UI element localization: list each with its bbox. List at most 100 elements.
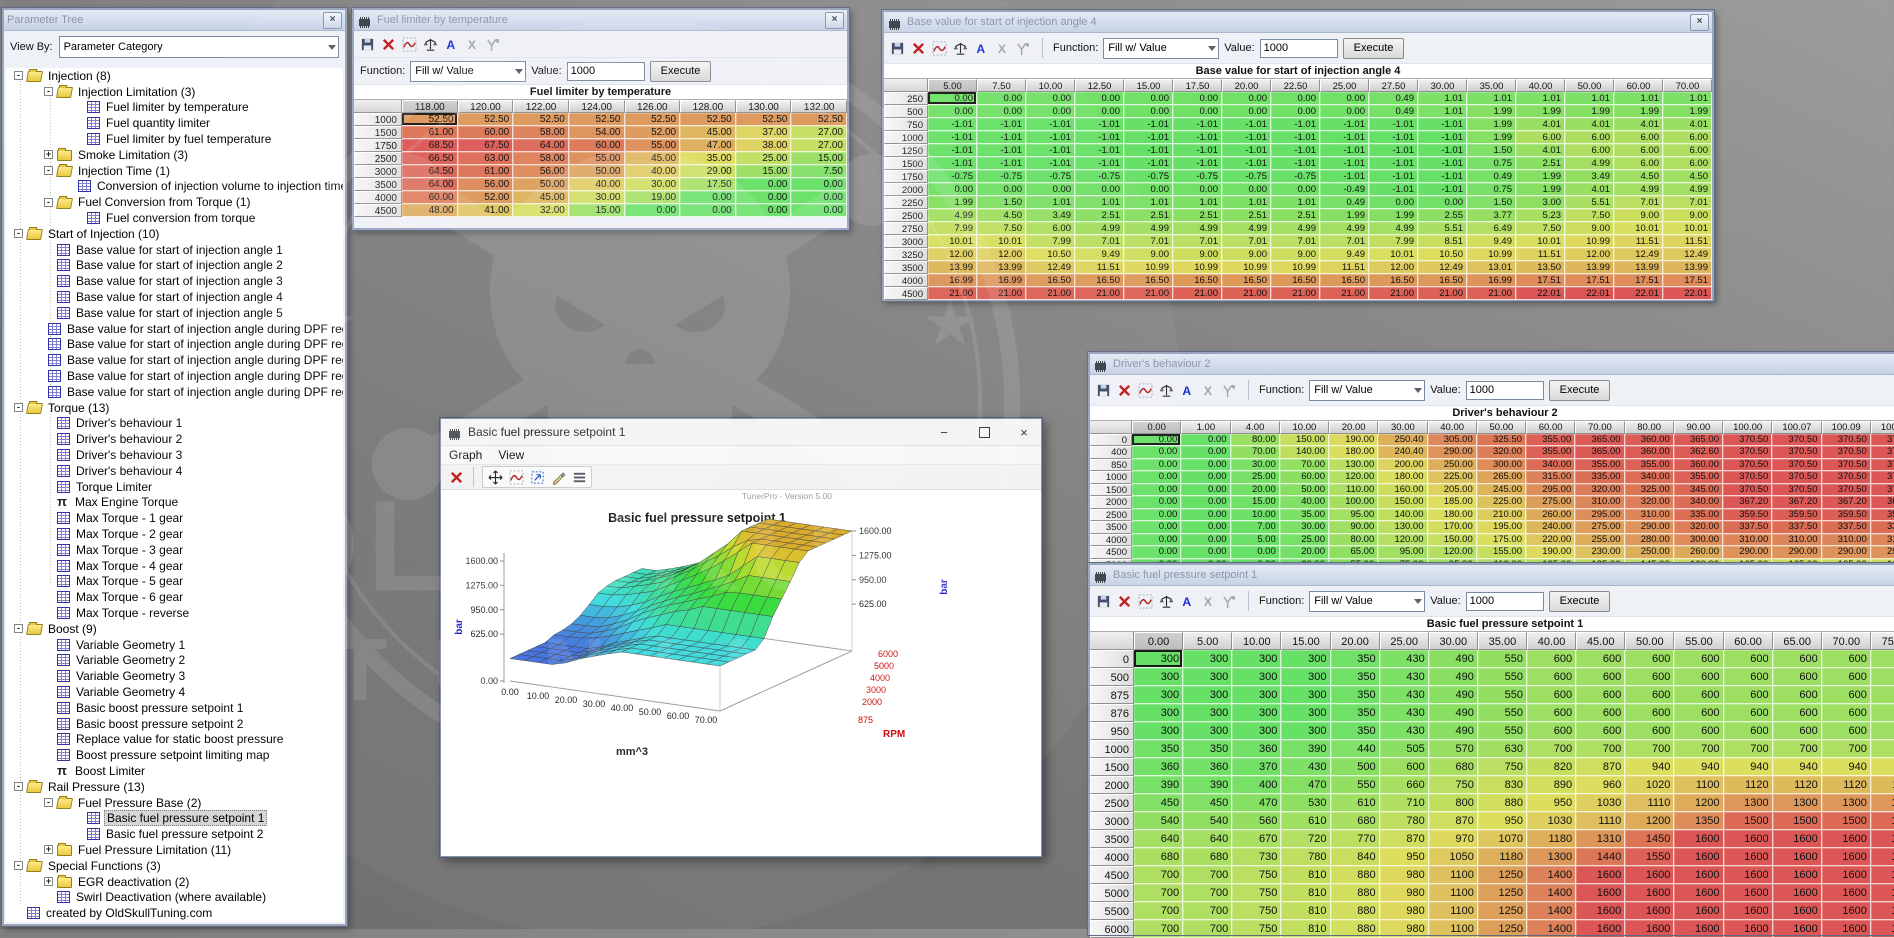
table-cell[interactable]: 1400: [1527, 866, 1576, 884]
menu-view[interactable]: View: [498, 448, 524, 462]
table-cell[interactable]: 2.51: [1124, 209, 1173, 222]
table-cell[interactable]: 370.50: [1723, 484, 1772, 497]
edit-labels-icon[interactable]: A: [1178, 381, 1196, 399]
table-cell[interactable]: 0.00: [1132, 446, 1181, 459]
table-cell[interactable]: 11.51: [1614, 235, 1663, 248]
execute-button[interactable]: Execute: [650, 61, 712, 82]
table-cell[interactable]: 0.00: [1222, 92, 1271, 105]
row-header[interactable]: 1500: [884, 157, 928, 170]
table-cell[interactable]: 6.00: [1516, 131, 1565, 144]
table-cell[interactable]: 16.50: [1124, 274, 1173, 287]
table-cell[interactable]: 365.00: [1575, 434, 1624, 447]
table-cell[interactable]: 600: [1380, 758, 1429, 776]
table-cell[interactable]: 225.00: [1477, 496, 1526, 509]
table-cell[interactable]: 750: [1232, 920, 1281, 938]
table-cell[interactable]: -1.01: [928, 118, 977, 131]
table-cell[interactable]: 680: [1429, 758, 1478, 776]
options-icon[interactable]: [570, 468, 588, 486]
table-cell[interactable]: 95.00: [1329, 509, 1378, 522]
table-cell[interactable]: 1.01: [1418, 92, 1467, 105]
table-cell[interactable]: 960: [1576, 776, 1625, 794]
save-icon[interactable]: [1094, 592, 1112, 610]
table-cell[interactable]: 21.00: [1026, 287, 1075, 300]
tree-item[interactable]: Base value for start of injection angle …: [6, 321, 343, 337]
col-header[interactable]: 10.00: [1232, 632, 1281, 650]
tree-item[interactable]: Variable Geometry 2: [6, 652, 343, 668]
table-cell[interactable]: 140.00: [1280, 446, 1329, 459]
row-header[interactable]: 875: [1090, 686, 1134, 704]
table-cell[interactable]: 1600: [1674, 920, 1723, 938]
table-cell[interactable]: 1450: [1625, 830, 1674, 848]
table-cell[interactable]: 700: [1183, 866, 1232, 884]
table-cell[interactable]: -1.01: [1124, 118, 1173, 131]
table-cell[interactable]: 680: [1331, 812, 1380, 830]
col-header[interactable]: 40.00: [1516, 79, 1565, 92]
table-cell[interactable]: -1.01: [1418, 118, 1467, 131]
table-cell[interactable]: 110.00: [1329, 484, 1378, 497]
row-header[interactable]: 1500: [1090, 758, 1134, 776]
table-cell[interactable]: 940: [1724, 758, 1773, 776]
table-cell[interactable]: -1.01: [1222, 144, 1271, 157]
table-cell[interactable]: 1120: [1871, 776, 1894, 794]
save-icon[interactable]: [358, 35, 376, 53]
close-icon[interactable]: ×: [825, 12, 844, 29]
x-axis-icon[interactable]: X: [463, 35, 481, 53]
table-cell[interactable]: 490: [1429, 650, 1478, 668]
row-header[interactable]: 2000: [884, 183, 928, 196]
table-cell[interactable]: 1600: [1871, 884, 1894, 902]
table-cell[interactable]: 70.00: [1280, 459, 1329, 472]
table-cell[interactable]: 52.50: [791, 113, 847, 126]
table-cell[interactable]: 700: [1183, 902, 1232, 920]
table-cell[interactable]: 2.51: [1173, 209, 1222, 222]
table-cell[interactable]: 970: [1429, 830, 1478, 848]
table-cell[interactable]: 12.49: [1026, 261, 1075, 274]
row-header[interactable]: 4500: [354, 204, 402, 217]
col-header[interactable]: 40.00: [1428, 421, 1477, 434]
table-cell[interactable]: -0.75: [977, 170, 1026, 183]
table-cell[interactable]: 0.49: [1467, 170, 1516, 183]
col-header[interactable]: 120.00: [458, 100, 514, 113]
table-cell[interactable]: 1600: [1822, 920, 1871, 938]
table-cell[interactable]: 1600: [1625, 866, 1674, 884]
collapse-icon[interactable]: -: [14, 403, 23, 412]
tree-item[interactable]: Variable Geometry 3: [6, 668, 343, 684]
window-titlebar[interactable]: Fuel limiter by temperature ×: [354, 10, 847, 31]
table-cell[interactable]: 490: [1429, 704, 1478, 722]
table-cell[interactable]: 21.00: [1271, 287, 1320, 300]
col-header[interactable]: 130.00: [736, 100, 792, 113]
table-cell[interactable]: 4.01: [1516, 144, 1565, 157]
table-cell[interactable]: 9.49: [1467, 235, 1516, 248]
table-cell[interactable]: 1.99: [928, 196, 977, 209]
table-cell[interactable]: 1.99: [1467, 118, 1516, 131]
tree-item[interactable]: Swirl Deactivation (where available): [6, 889, 343, 905]
table-cell[interactable]: 1050: [1429, 848, 1478, 866]
table-cell[interactable]: 0.00: [1271, 183, 1320, 196]
table-cell[interactable]: 530: [1281, 794, 1330, 812]
table-cell[interactable]: 27.00: [791, 139, 847, 152]
row-header[interactable]: 2500: [884, 209, 928, 222]
row-header[interactable]: 2500: [1090, 794, 1134, 812]
table-cell[interactable]: 2.51: [1516, 157, 1565, 170]
table-cell[interactable]: 300: [1183, 704, 1232, 722]
table-cell[interactable]: -0.75: [1222, 170, 1271, 183]
table-cell[interactable]: 1600: [1724, 884, 1773, 902]
table-cell[interactable]: 630: [1478, 740, 1527, 758]
table-cell[interactable]: 255.00: [1575, 534, 1624, 547]
table-cell[interactable]: 350: [1331, 668, 1380, 686]
table-cell[interactable]: 12.49: [1418, 261, 1467, 274]
table-cell[interactable]: 0.00: [1132, 434, 1181, 447]
table-cell[interactable]: 4.99: [1663, 183, 1712, 196]
table-cell[interactable]: 3.49: [1565, 170, 1614, 183]
table-cell[interactable]: 52.50: [680, 113, 736, 126]
table-cell[interactable]: 880: [1331, 920, 1380, 938]
table-cell[interactable]: 390: [1183, 776, 1232, 794]
table-cell[interactable]: 1030: [1576, 794, 1625, 812]
tree-item[interactable]: Boost pressure setpoint limiting map: [6, 747, 343, 763]
table-cell[interactable]: 1600: [1773, 866, 1822, 884]
table-cell[interactable]: 175.00: [1477, 534, 1526, 547]
table-cell[interactable]: 940: [1674, 758, 1723, 776]
table-cell[interactable]: 68.50: [402, 139, 458, 152]
table-cell[interactable]: 0.00: [1132, 546, 1181, 559]
table-cell[interactable]: 0.00: [1181, 484, 1230, 497]
table-cell[interactable]: 16.50: [1075, 274, 1124, 287]
